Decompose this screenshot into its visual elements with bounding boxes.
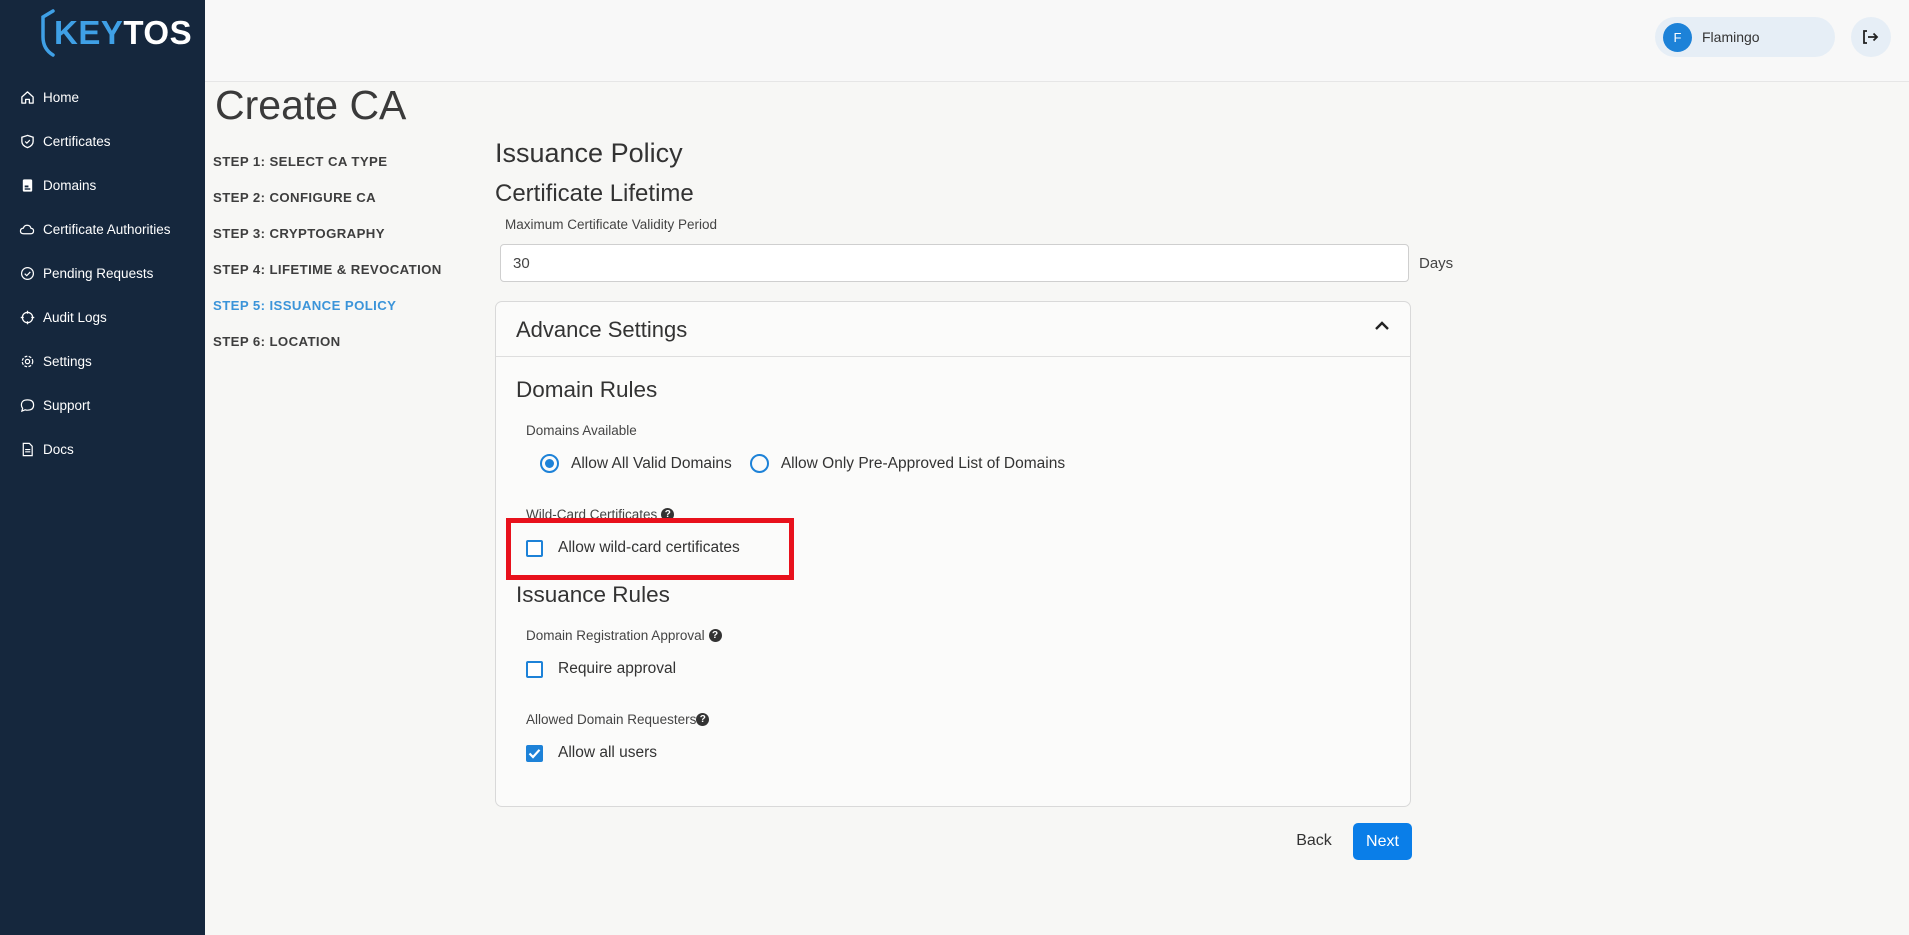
lifetime-title: Certificate Lifetime bbox=[495, 180, 694, 207]
page-title: Create CA bbox=[215, 82, 407, 128]
wildcard-checkbox-row[interactable]: Allow wild-card certificates bbox=[526, 539, 740, 557]
requesters-label: Allowed Domain Requesters bbox=[526, 712, 697, 727]
checkbox-label: Require approval bbox=[558, 660, 677, 677]
home-icon bbox=[18, 88, 36, 106]
chevron-up-icon bbox=[1375, 321, 1389, 330]
sidebar: KEYTOS Home Certificates Domains Certifi… bbox=[0, 0, 205, 935]
user-menu-chip[interactable]: F Flamingo bbox=[1655, 17, 1835, 57]
wizard-steps: STEP 1: SELECT CA TYPE STEP 2: CONFIGURE… bbox=[213, 143, 442, 359]
logout-icon bbox=[1863, 30, 1879, 44]
advanced-settings-panel: Advance Settings Domain Rules Domains Av… bbox=[495, 301, 1411, 807]
wildcard-checkbox[interactable] bbox=[526, 539, 543, 557]
require-approval-row[interactable]: Require approval bbox=[526, 660, 676, 678]
sidebar-item-certificate-authorities[interactable]: Certificate Authorities bbox=[0, 207, 205, 251]
sidebar-item-label: Support bbox=[43, 397, 91, 413]
registration-label-row: Domain Registration Approval ? bbox=[526, 628, 722, 643]
checkbox-label: Allow all users bbox=[558, 744, 658, 761]
next-button[interactable]: Next bbox=[1353, 823, 1412, 860]
radio-button[interactable] bbox=[749, 454, 769, 473]
cloud-icon bbox=[18, 220, 36, 238]
step-cryptography[interactable]: STEP 3: CRYPTOGRAPHY bbox=[213, 215, 442, 251]
chat-bubble-icon bbox=[18, 396, 36, 414]
step-configure-ca[interactable]: STEP 2: CONFIGURE CA bbox=[213, 179, 442, 215]
sidebar-item-support[interactable]: Support bbox=[0, 383, 205, 427]
check-circle-icon bbox=[18, 264, 36, 282]
shield-icon bbox=[18, 132, 36, 150]
sidebar-item-domains[interactable]: Domains bbox=[0, 163, 205, 207]
radio-button-checked[interactable] bbox=[540, 454, 559, 473]
radio-label: Allow All Valid Domains bbox=[571, 454, 732, 472]
step-select-ca-type[interactable]: STEP 1: SELECT CA TYPE bbox=[213, 143, 442, 179]
validity-period-input[interactable] bbox=[500, 244, 1409, 282]
sidebar-item-label: Certificate Authorities bbox=[43, 221, 171, 237]
radio-label: Allow Only Pre-Approved List of Domains bbox=[780, 454, 1066, 472]
radio-preapproved-domains[interactable]: Allow Only Pre-Approved List of Domains bbox=[749, 454, 1066, 473]
keytos-logo[interactable]: KEYTOS bbox=[40, 8, 192, 58]
sidebar-item-docs[interactable]: Docs bbox=[0, 427, 205, 471]
domains-available-radio-group: Allow All Valid Domains Allow Only Pre-A… bbox=[540, 454, 1083, 473]
validity-unit: Days bbox=[1419, 255, 1454, 272]
step-issuance-policy[interactable]: STEP 5: ISSUANCE POLICY bbox=[213, 287, 442, 323]
advanced-settings-title: Advance Settings bbox=[516, 317, 688, 342]
sidebar-nav: Home Certificates Domains Certificate Au… bbox=[0, 75, 205, 471]
crosshair-icon bbox=[18, 308, 36, 326]
avatar: F bbox=[1663, 22, 1692, 52]
logout-button[interactable] bbox=[1851, 17, 1891, 57]
gear-icon bbox=[18, 352, 36, 370]
user-name: Flamingo bbox=[1702, 29, 1760, 45]
requesters-label-row: Allowed Domain Requesters ? bbox=[526, 712, 710, 727]
step-location[interactable]: STEP 6: LOCATION bbox=[213, 323, 442, 359]
document-icon bbox=[18, 440, 36, 458]
domain-doc-icon bbox=[18, 176, 36, 194]
checkbox-label: Allow wild-card certificates bbox=[558, 539, 740, 556]
checkmark-icon bbox=[528, 748, 541, 759]
logo-text: KEYTOS bbox=[54, 14, 193, 51]
domain-rules-title: Domain Rules bbox=[516, 377, 658, 402]
help-icon[interactable]: ? bbox=[708, 629, 722, 642]
section-title: Issuance Policy bbox=[495, 138, 683, 168]
sidebar-item-label: Certificates bbox=[43, 133, 111, 149]
sidebar-item-label: Docs bbox=[43, 441, 74, 457]
sidebar-item-label: Pending Requests bbox=[43, 265, 154, 281]
allow-all-users-checkbox[interactable] bbox=[526, 744, 543, 762]
sidebar-item-label: Home bbox=[43, 89, 80, 105]
advanced-settings-toggle[interactable]: Advance Settings bbox=[496, 302, 1410, 357]
issuance-rules-title: Issuance Rules bbox=[516, 582, 670, 607]
sidebar-item-audit-logs[interactable]: Audit Logs bbox=[0, 295, 205, 339]
help-icon[interactable]: ? bbox=[696, 713, 710, 726]
registration-label: Domain Registration Approval bbox=[526, 628, 705, 643]
sidebar-item-pending-requests[interactable]: Pending Requests bbox=[0, 251, 205, 295]
sidebar-item-certificates[interactable]: Certificates bbox=[0, 119, 205, 163]
sidebar-item-label: Settings bbox=[43, 353, 92, 369]
domains-available-label: Domains Available bbox=[526, 423, 637, 438]
validity-label: Maximum Certificate Validity Period bbox=[505, 217, 718, 232]
require-approval-checkbox[interactable] bbox=[526, 660, 543, 678]
allow-all-users-row[interactable]: Allow all users bbox=[526, 744, 657, 762]
radio-allow-all-domains[interactable]: Allow All Valid Domains bbox=[540, 454, 732, 473]
top-bar: F Flamingo bbox=[205, 0, 1909, 82]
sidebar-item-label: Audit Logs bbox=[43, 309, 107, 325]
sidebar-item-settings[interactable]: Settings bbox=[0, 339, 205, 383]
sidebar-item-home[interactable]: Home bbox=[0, 75, 205, 119]
sidebar-item-label: Domains bbox=[43, 177, 97, 193]
back-button[interactable]: Back bbox=[1288, 823, 1340, 859]
step-lifetime-revocation[interactable]: STEP 4: LIFETIME & REVOCATION bbox=[213, 251, 442, 287]
